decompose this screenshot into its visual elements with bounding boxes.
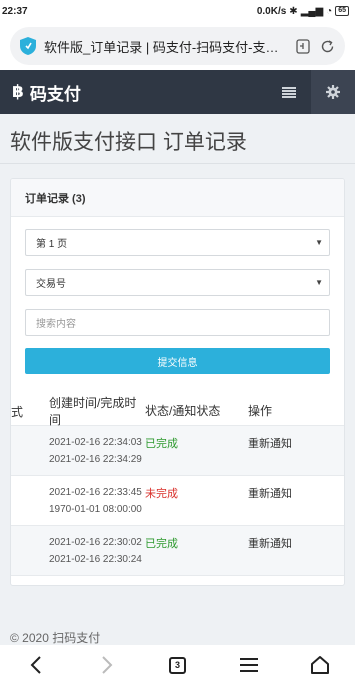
status-cell: 已完成: [145, 438, 178, 450]
browser-toolbar: 软件版_订单记录 | 码支付-扫码支付-支付宝: [0, 22, 355, 70]
finished-time: 2021-02-16 22:30:24: [49, 554, 142, 565]
time-cell: 2021-02-16 22:30:02 2021-02-16 22:30:24: [11, 526, 143, 568]
created-time: 2021-02-16 22:34:03: [49, 437, 142, 448]
created-time: 2021-02-16 22:33:45: [49, 487, 142, 498]
time-cell: 2021-02-16 22:34:03 2021-02-16 22:34:29: [11, 426, 143, 468]
tabs-button[interactable]: 3: [163, 650, 193, 680]
forward-button[interactable]: [92, 650, 122, 680]
caret-down-icon: ▼: [315, 278, 323, 287]
card-header: 订单记录 (3): [11, 179, 344, 217]
brand[interactable]: ฿ 码支付: [0, 80, 267, 105]
bookmark-icon[interactable]: [295, 38, 311, 54]
submit-button[interactable]: 提交信息: [25, 348, 330, 374]
app-header: ฿ 码支付: [0, 70, 355, 114]
renotify-link[interactable]: 重新通知: [248, 476, 344, 501]
browser-nav-bar: 3: [0, 645, 355, 685]
page-select[interactable]: 第 1 页 ▼: [25, 229, 330, 256]
home-icon: [310, 656, 329, 674]
table-row: 2021-02-16 22:34:03 2021-02-16 22:34:29 …: [11, 426, 344, 476]
table-row: 2021-02-16 22:33:45 1970-01-01 08:00:00 …: [11, 476, 344, 526]
page-footer: © 2020 扫码支付: [10, 631, 101, 645]
signal-icon: ▂▄▆: [300, 5, 324, 17]
home-button[interactable]: [305, 650, 335, 680]
menu-button-nav[interactable]: [234, 650, 264, 680]
brand-name: 码支付: [29, 84, 81, 104]
search-input[interactable]: 搜索内容: [25, 309, 330, 336]
col-header-time: 创建时间/完成时间: [49, 395, 137, 427]
status-time: 22:37: [2, 5, 28, 17]
search-form: 第 1 页 ▼ 交易号 ▼ 搜索内容 提交信息: [11, 217, 344, 374]
network-speed: 0.0K/s: [256, 5, 287, 17]
renotify-link[interactable]: 重新通知: [248, 526, 344, 551]
renotify-link[interactable]: 重新通知: [248, 426, 344, 451]
col-header-action: 操作: [248, 404, 273, 418]
orders-card: 订单记录 (3) 第 1 页 ▼ 交易号 ▼ 搜索内容 提交信息 创建时间/完成…: [10, 178, 345, 586]
status-indicators: 0.0K/s ✱ ▂▄▆ ◔ 65: [257, 6, 349, 17]
gear-icon: [326, 85, 340, 99]
chevron-left-icon: [30, 656, 41, 674]
bitcoin-icon: ฿: [12, 82, 24, 101]
col-header-cut: 式: [11, 405, 24, 419]
finished-time: 1970-01-01 08:00:00: [49, 504, 142, 515]
wifi-icon: ◔: [326, 5, 333, 17]
status-cell: 已完成: [145, 538, 178, 550]
field-select-value: 交易号: [36, 279, 66, 290]
time-cell: 2021-02-16 22:33:45 1970-01-01 08:00:00: [11, 476, 143, 518]
shield-icon: [20, 37, 36, 55]
menu-button[interactable]: [267, 70, 311, 114]
field-select[interactable]: 交易号 ▼: [25, 269, 330, 296]
status-cell: 未完成: [145, 488, 178, 500]
battery-icon: 65: [335, 6, 349, 16]
settings-button[interactable]: [311, 70, 355, 114]
tab-count: 3: [169, 656, 186, 674]
menu-icon: [282, 86, 296, 98]
back-button[interactable]: [21, 650, 51, 680]
hamburger-icon: [239, 658, 258, 672]
table-row: 2021-02-16 22:30:02 2021-02-16 22:30:24 …: [11, 526, 344, 576]
caret-down-icon: ▼: [315, 238, 323, 247]
status-bar: 22:37 0.0K/s ✱ ▂▄▆ ◔ 65: [0, 0, 355, 22]
page-title: 软件版支付接口 订单记录: [0, 114, 355, 164]
page-select-value: 第 1 页: [36, 239, 68, 250]
address-bar[interactable]: 软件版_订单记录 | 码支付-扫码支付-支付宝: [10, 27, 345, 65]
chevron-right-icon: [101, 656, 112, 674]
finished-time: 2021-02-16 22:34:29: [49, 454, 142, 465]
orders-table: 创建时间/完成时间 状态/通知状态 操作 式 2021-02-16 22:34:…: [11, 395, 344, 585]
url-text[interactable]: 软件版_订单记录 | 码支付-扫码支付-支付宝: [44, 37, 287, 56]
refresh-icon[interactable]: [319, 38, 335, 54]
bluetooth-icon: ✱: [289, 5, 298, 17]
col-header-status: 状态/通知状态: [145, 404, 221, 418]
created-time: 2021-02-16 22:30:02: [49, 537, 142, 548]
table-header: 创建时间/完成时间 状态/通知状态 操作: [11, 395, 344, 427]
